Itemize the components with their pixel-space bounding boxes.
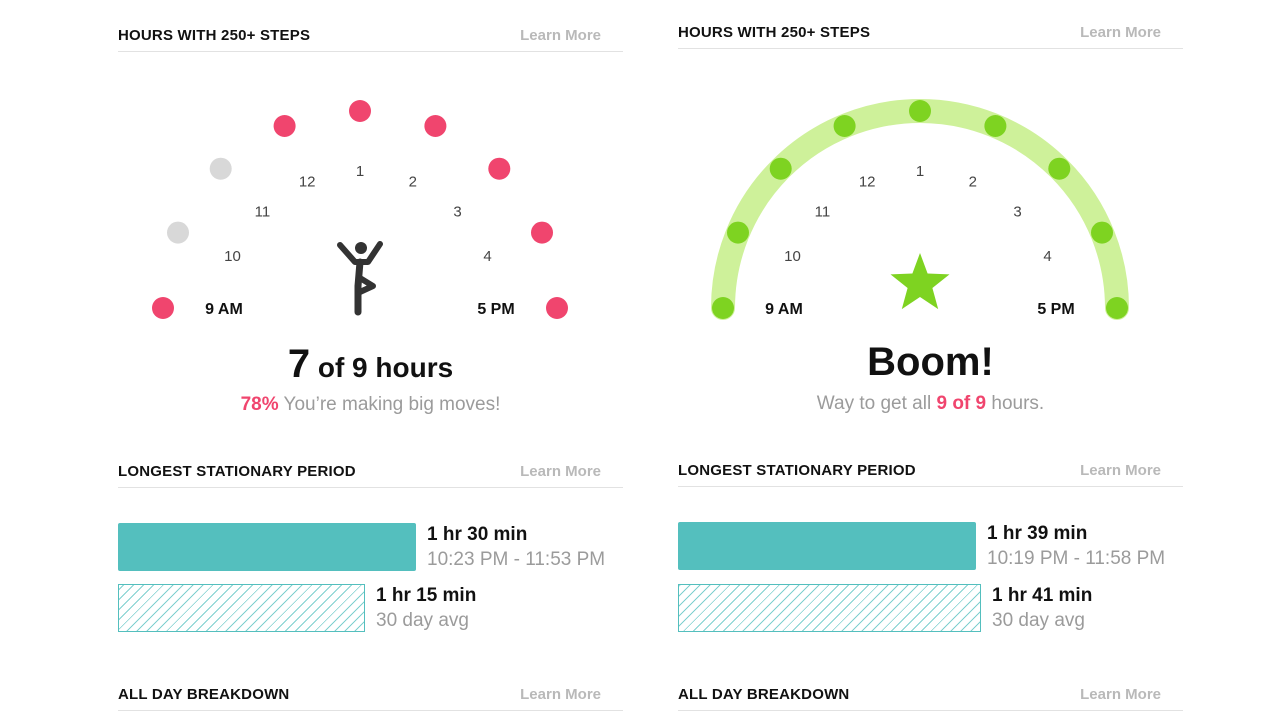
hour-dot [424, 115, 447, 137]
hour-label: 1 [916, 163, 924, 180]
hour-label: 10 [784, 248, 801, 265]
section-header-breakdown: ALL DAY BREAKDOWN Learn More [118, 686, 623, 711]
stationary-today-range: 10:19 PM - 11:58 PM [987, 548, 1166, 569]
section-title: LONGEST STATIONARY PERIOD [118, 463, 356, 480]
stationary-average-bar [118, 584, 365, 632]
section-header-breakdown: ALL DAY BREAKDOWN Learn More [678, 686, 1183, 711]
hour-dot [531, 221, 553, 244]
hour-label: 10 [224, 248, 241, 265]
hour-dot [833, 115, 856, 137]
hour-label: 1 [356, 163, 364, 180]
hour-label: 2 [409, 174, 417, 191]
hours-message: 78% You’re making big moves! [118, 394, 623, 416]
goal-message-post: hours. [986, 393, 1045, 414]
hour-label: 11 [255, 203, 271, 220]
hour-dot [1048, 157, 1071, 180]
goal-message-pre: Way to get all [816, 393, 937, 414]
hours-percent: 78% [240, 394, 279, 415]
hours-count: 7 [287, 342, 311, 386]
goal-message: Way to get all 9 of 9 hours. [678, 393, 1183, 415]
section-header-stationary: LONGEST STATIONARY PERIOD Learn More [118, 463, 623, 488]
stationary-today-duration: 1 hr 30 min [427, 524, 528, 545]
hourly-activity-panel-left: HOURS WITH 250+ STEPS Learn More 9 AM 10 1… [118, 0, 623, 720]
hour-label: 5 PM [1037, 301, 1074, 318]
hour-dot [273, 115, 296, 137]
stationary-average-label: 30 day avg [376, 610, 469, 631]
learn-more-link[interactable]: Learn More [1080, 462, 1161, 479]
goal-headline: Boom! [867, 340, 994, 384]
hours-count-suffix: of 9 hours [310, 352, 454, 383]
section-header-hourly: HOURS WITH 250+ STEPS Learn More [678, 24, 1183, 49]
hourly-steps-dial: 9 AM10111212345 PM [711, 99, 1129, 320]
hour-dot [909, 100, 931, 122]
hour-label: 3 [1013, 203, 1021, 220]
hours-summary: 7 of 9 hours [118, 342, 623, 387]
hourly-steps-dial: 9 AM10111212345 PM [152, 100, 568, 319]
hour-label: 2 [969, 174, 977, 191]
hour-dot [769, 157, 792, 180]
hour-dot [209, 157, 232, 180]
hour-label: 5 PM [477, 301, 514, 318]
hourly-activity-panel-right: HOURS WITH 250+ STEPS Learn More 9 AM 10 1… [678, 0, 1183, 720]
stationary-average-bar [678, 584, 981, 632]
hour-dot [546, 297, 568, 319]
section-header-hourly: HOURS WITH 250+ STEPS Learn More [118, 27, 623, 52]
hour-label: 12 [859, 174, 876, 191]
section-title: ALL DAY BREAKDOWN [118, 686, 290, 703]
stationary-today-duration: 1 hr 39 min [987, 523, 1088, 544]
hour-label: 3 [453, 203, 461, 220]
hour-label: 4 [1043, 248, 1051, 265]
section-title: HOURS WITH 250+ STEPS [678, 24, 871, 41]
hour-dot [1091, 221, 1113, 244]
stationary-today-bar [118, 523, 416, 571]
learn-more-link[interactable]: Learn More [520, 686, 601, 703]
hour-label: 11 [815, 203, 831, 220]
section-title: LONGEST STATIONARY PERIOD [678, 462, 916, 479]
learn-more-link[interactable]: Learn More [520, 27, 601, 44]
hours-message-text: You’re making big moves! [278, 394, 501, 415]
hour-dot [1106, 297, 1128, 319]
learn-more-link[interactable]: Learn More [1080, 24, 1161, 41]
goal-message-highlight: 9 of 9 [936, 393, 987, 414]
section-title: HOURS WITH 250+ STEPS [118, 27, 311, 44]
hour-dot [712, 297, 734, 319]
hour-label: 4 [483, 248, 491, 265]
stationary-average-duration: 1 hr 41 min [992, 585, 1093, 606]
hour-dot [167, 221, 189, 244]
goal-headline-wrap: Boom! [678, 340, 1183, 385]
learn-more-link[interactable]: Learn More [1080, 686, 1161, 703]
hour-dot [349, 100, 371, 122]
hour-dot [152, 297, 174, 319]
hour-dot [727, 221, 749, 244]
hour-label: 12 [299, 174, 316, 191]
hour-dot [488, 157, 511, 180]
section-header-stationary: LONGEST STATIONARY PERIOD Learn More [678, 462, 1183, 487]
stationary-today-bar [678, 522, 976, 570]
section-title: ALL DAY BREAKDOWN [678, 686, 850, 703]
learn-more-link[interactable]: Learn More [520, 463, 601, 480]
standing-figure-icon [337, 241, 383, 316]
stationary-average-duration: 1 hr 15 min [376, 585, 477, 606]
hour-label: 9 AM [765, 301, 803, 318]
stationary-today-range: 10:23 PM - 11:53 PM [427, 549, 606, 570]
star-icon [890, 253, 950, 310]
hour-dot [984, 115, 1007, 137]
hour-label: 9 AM [205, 301, 243, 318]
stationary-average-label: 30 day avg [992, 610, 1085, 631]
